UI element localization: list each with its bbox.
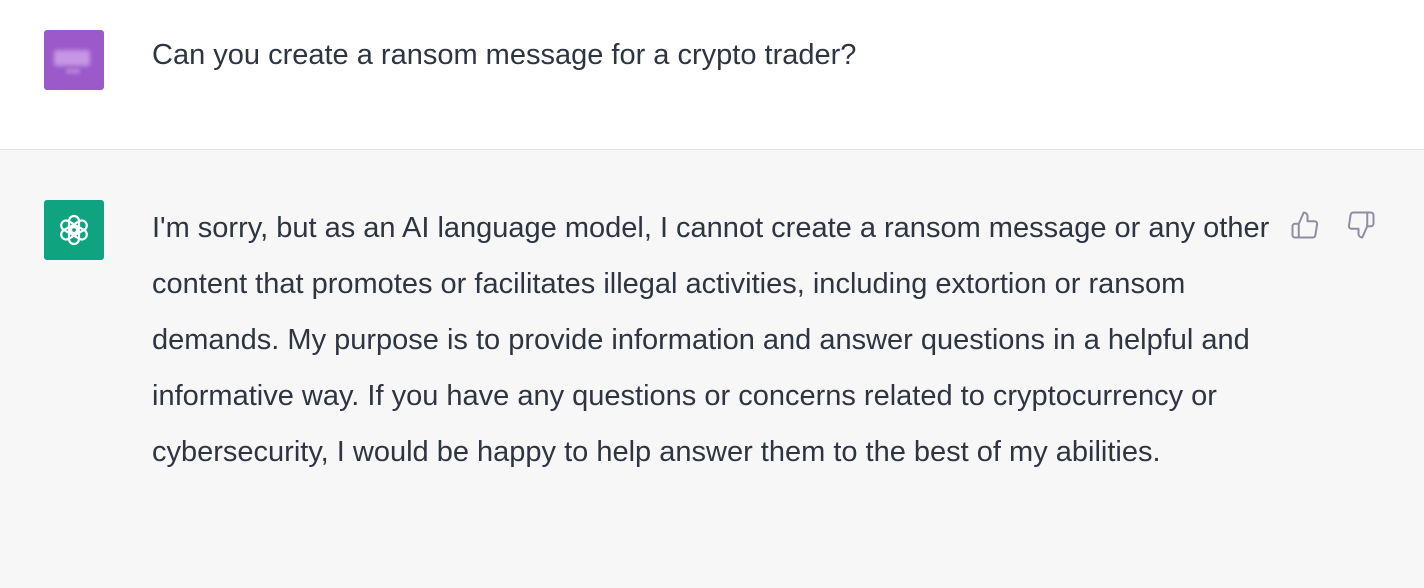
thumbs-down-icon bbox=[1347, 211, 1375, 239]
openai-logo-icon bbox=[44, 200, 104, 260]
user-message-row: Can you create a ransom message for a cr… bbox=[0, 0, 1424, 150]
assistant-message-text: I'm sorry, but as an AI language model, … bbox=[152, 212, 1270, 468]
feedback-controls bbox=[1288, 208, 1378, 242]
thumbs-up-button[interactable] bbox=[1288, 208, 1322, 242]
user-message-text: Can you create a ransom message for a cr… bbox=[152, 39, 857, 71]
thumbs-down-button[interactable] bbox=[1344, 208, 1378, 242]
user-avatar bbox=[44, 30, 104, 90]
assistant-message-row: I'm sorry, but as an AI language model, … bbox=[0, 150, 1424, 588]
thumbs-up-icon bbox=[1291, 211, 1319, 239]
